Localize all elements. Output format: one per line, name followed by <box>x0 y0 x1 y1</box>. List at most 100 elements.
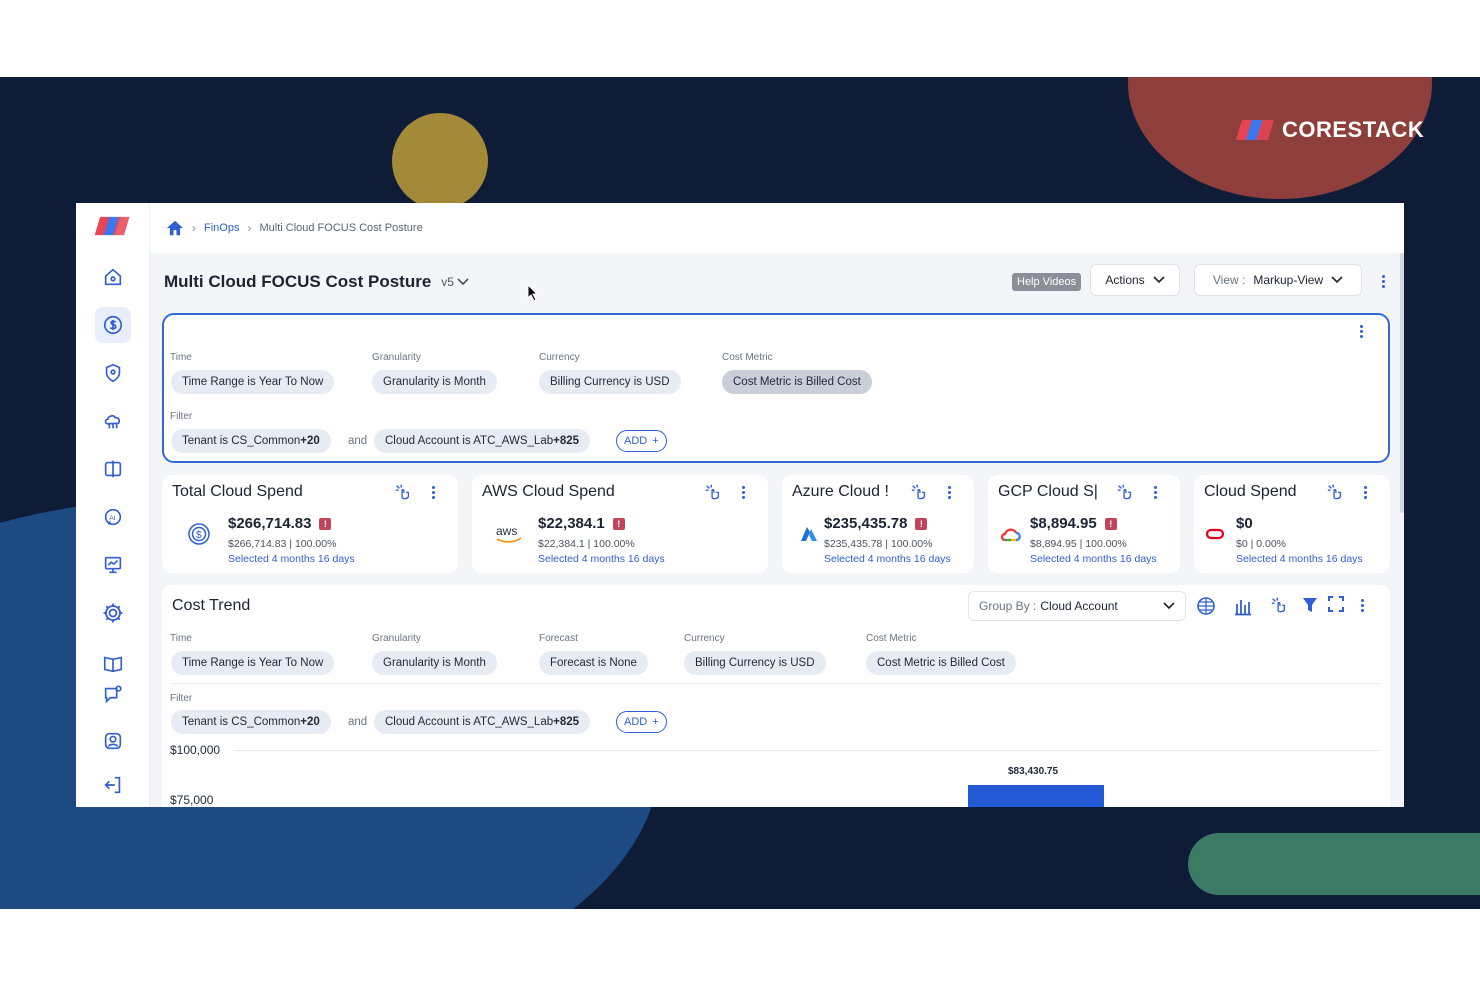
trend-tenant-chip-more: +20 <box>300 716 320 728</box>
drilldown-icon[interactable] <box>394 483 412 501</box>
alert-icon[interactable]: ! <box>915 517 928 530</box>
svg-text:aws: aws <box>496 524 517 538</box>
card-value-text: $266,714.83 <box>228 515 312 532</box>
tenant-chip[interactable]: Tenant is CS_Common +20 <box>171 429 331 453</box>
trend-currency-label: Currency <box>684 633 725 644</box>
alert-icon[interactable]: ! <box>1104 517 1117 530</box>
trend-cloud-account-chip[interactable]: Cloud Account is ATC_AWS_Lab +825 <box>374 710 591 734</box>
bar-chart-icon[interactable] <box>1234 596 1252 616</box>
filter-label: Filter <box>170 411 193 422</box>
time-chip[interactable]: Time Range is Year To Now <box>171 370 335 394</box>
filter-more-icon[interactable] <box>1356 325 1366 338</box>
trend-tenant-chip-text: Tenant is CS_Common <box>182 716 301 728</box>
decorative-pill-green <box>1188 833 1480 895</box>
cloud-account-chip-more: +825 <box>553 435 580 447</box>
breadcrumb-finops[interactable]: FinOps <box>204 222 239 234</box>
trend-tenant-chip[interactable]: Tenant is CS_Common +20 <box>171 710 331 734</box>
card-value: $235,435.78! <box>824 515 928 532</box>
card-value: $0 <box>1236 515 1253 532</box>
card-title: Total Cloud Spend <box>172 483 303 500</box>
table-view-icon[interactable] <box>1196 596 1216 616</box>
drilldown-icon[interactable] <box>1116 483 1134 501</box>
card-value-text: $22,384.1 <box>538 515 605 532</box>
granularity-chip[interactable]: Granularity is Month <box>372 370 497 394</box>
brand-name: CORESTACK <box>1282 117 1425 142</box>
actions-label: Actions <box>1105 273 1145 287</box>
cost-metric-chip[interactable]: Cost Metric is Billed Cost <box>722 370 872 394</box>
help-videos-button[interactable]: Help Videos <box>1012 273 1082 291</box>
actions-dropdown[interactable]: Actions <box>1090 264 1180 296</box>
filter-icon[interactable] <box>1302 596 1318 614</box>
azure-logo <box>794 521 824 547</box>
book-split-icon[interactable] <box>95 451 131 487</box>
trend-granularity-label: Granularity <box>372 633 421 644</box>
add-filter-button[interactable]: ADD + <box>616 430 667 452</box>
drilldown-icon[interactable] <box>1270 596 1288 614</box>
currency-label: Currency <box>539 352 580 363</box>
trend-filter-label: Filter <box>170 693 193 704</box>
app-logo-icon[interactable] <box>94 215 132 240</box>
y-axis-tick: $75,000 <box>170 793 214 807</box>
dollar-icon[interactable] <box>95 307 131 343</box>
card-more-icon[interactable] <box>428 485 438 499</box>
trend-forecast-chip[interactable]: Forecast is None <box>539 651 648 675</box>
drilldown-icon[interactable] <box>704 483 722 501</box>
granularity-label: Granularity <box>372 352 421 363</box>
card-more-icon[interactable] <box>1360 485 1370 499</box>
chart-bar[interactable] <box>968 785 1104 807</box>
monitor-chart-icon[interactable] <box>95 547 131 583</box>
gcp-logo <box>996 521 1026 547</box>
ai-chat-icon[interactable]: AI <box>95 499 131 535</box>
logout-icon[interactable] <box>95 767 131 803</box>
card-more-icon[interactable] <box>944 485 954 499</box>
currency-chip[interactable]: Billing Currency is USD <box>539 370 681 394</box>
card-selected-period: Selected 4 months 16 days <box>538 553 665 565</box>
trend-add-filter-button[interactable]: ADD + <box>616 711 667 733</box>
view-prefix: View : <box>1212 273 1246 287</box>
alert-icon[interactable]: ! <box>319 517 332 530</box>
tenant-chip-more: +20 <box>300 435 320 447</box>
user-icon[interactable] <box>95 723 131 759</box>
alert-icon[interactable]: ! <box>612 517 625 530</box>
card-more-icon[interactable] <box>738 485 748 499</box>
trend-cloud-account-chip-more: +825 <box>553 716 580 728</box>
cost-trend-title: Cost Trend <box>172 597 251 614</box>
trend-currency-chip[interactable]: Billing Currency is USD <box>684 651 826 675</box>
time-label: Time <box>170 352 192 363</box>
cloud-network-icon[interactable] <box>95 403 131 439</box>
gear-icon[interactable] <box>95 595 131 631</box>
trend-more-icon[interactable] <box>1357 599 1367 612</box>
trend-time-chip[interactable]: Time Range is Year To Now <box>171 651 335 675</box>
card-selected-period: Selected 4 months 16 days <box>228 553 355 565</box>
trend-cost-metric-chip[interactable]: Cost Metric is Billed Cost <box>866 651 1016 675</box>
cloud-account-chip[interactable]: Cloud Account is ATC_AWS_Lab +825 <box>374 429 591 453</box>
scrollbar[interactable] <box>1400 253 1404 513</box>
version-selector[interactable]: v5 <box>441 275 469 289</box>
group-by-dropdown[interactable]: Group By : Cloud Account <box>968 591 1186 621</box>
card-subvalue: $22,384.1 | 100.00% <box>538 538 635 550</box>
card-aws-cloud-spend: AWS Cloud Spend aws $22,384.1! $22,384.1… <box>472 475 768 573</box>
drilldown-icon[interactable] <box>910 483 928 501</box>
svg-text:$: $ <box>196 530 202 541</box>
group-by-value: Cloud Account <box>1040 599 1118 613</box>
chat-settings-icon[interactable] <box>95 677 131 713</box>
card-title: GCP Cloud S| <box>998 483 1098 500</box>
page-more-icon[interactable] <box>1378 275 1388 288</box>
fullscreen-icon[interactable] <box>1328 596 1344 612</box>
shield-icon[interactable] <box>95 355 131 391</box>
trend-granularity-chip[interactable]: Granularity is Month <box>372 651 497 675</box>
breadcrumb: › FinOps › Multi Cloud FOCUS Cost Postur… <box>150 203 1404 253</box>
corestack-logo-icon <box>1236 120 1274 140</box>
divider <box>172 683 1380 684</box>
trend-cloud-account-chip-text: Cloud Account is ATC_AWS_Lab <box>385 716 554 728</box>
view-dropdown[interactable]: View : Markup-View <box>1194 264 1362 296</box>
home-icon[interactable] <box>166 220 184 236</box>
drilldown-icon[interactable] <box>1326 483 1344 501</box>
home-icon[interactable] <box>95 259 131 295</box>
card-more-icon[interactable] <box>1150 485 1160 499</box>
global-filter-panel: Time Time Range is Year To Now Granulari… <box>162 313 1390 463</box>
decorative-circle-gold <box>392 113 488 209</box>
book-open-icon[interactable] <box>95 645 131 681</box>
card-title: Cloud Spend <box>1204 483 1297 500</box>
dollar-circle-icon: $ <box>184 521 214 547</box>
